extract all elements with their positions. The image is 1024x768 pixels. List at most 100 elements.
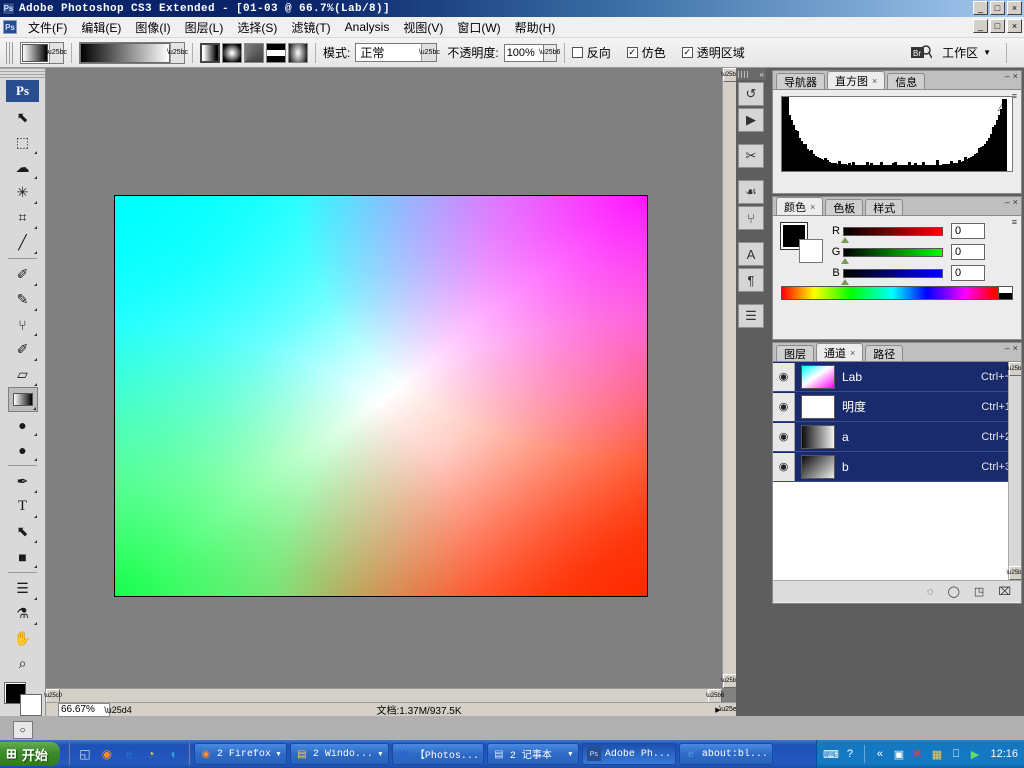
close-icon[interactable]: × [872, 76, 877, 86]
chevron-down-icon[interactable]: ▼ [275, 751, 282, 758]
eye-icon[interactable]: ◉ [773, 452, 795, 481]
scroll-up-icon[interactable]: \u25b2 [1006, 362, 1021, 376]
tool-submenu-indicator-icon[interactable] [33, 540, 37, 543]
tool-submenu-indicator-icon[interactable] [33, 151, 37, 154]
vertical-scrollbar[interactable]: \u25b2 \u25bc [721, 68, 739, 688]
media-icon[interactable]: ◖ [164, 745, 182, 763]
chevron-down-icon[interactable]: \u25bc [167, 42, 188, 63]
move-tool[interactable]: ⬉ [8, 105, 38, 130]
background-color-swatch[interactable] [799, 239, 823, 263]
expand-tray-icon[interactable]: « [872, 747, 887, 762]
network-connection-icon[interactable]: ⎕ [948, 747, 963, 762]
reverse-checkbox[interactable] [571, 47, 583, 58]
document-image[interactable] [114, 195, 648, 597]
panel-minimize-icon[interactable]: – [1005, 71, 1010, 81]
transparency-checkbox-row[interactable]: ✓ 透明区域 [681, 44, 745, 61]
kaspersky-icon[interactable]: K [910, 747, 925, 762]
close-icon[interactable]: × [850, 348, 855, 358]
green-slider[interactable] [841, 247, 943, 264]
restore-button[interactable]: □ [990, 1, 1005, 15]
collapse-dock-icon[interactable]: « [760, 70, 764, 79]
scroll-down-icon[interactable]: \u25bc [721, 674, 739, 688]
clock-icon[interactable]: ◔ [142, 745, 160, 763]
zoom-level-input[interactable]: 66.67% [58, 702, 110, 717]
document-menu-icon[interactable]: Ps [3, 20, 17, 34]
panel-minimize-icon[interactable]: – [1005, 343, 1010, 353]
slice-tool[interactable]: ╱ [8, 230, 38, 255]
taskbar-button[interactable]: Ps Adobe Ph... [581, 743, 676, 765]
zoom-tool[interactable]: ⌕ [8, 651, 38, 676]
menu-select[interactable]: 选择(S) [230, 17, 284, 38]
channel-list-scrollbar[interactable]: \u25b2 \u25bc [1006, 362, 1021, 580]
history-panel-icon[interactable]: ↺ [738, 82, 764, 106]
pen-tool[interactable]: ✒ [8, 469, 38, 494]
linear-gradient-button[interactable] [200, 42, 220, 63]
reverse-checkbox-row[interactable]: 反向 [571, 44, 611, 61]
close-icon[interactable]: × [810, 202, 815, 212]
tool-submenu-indicator-icon[interactable] [33, 308, 37, 311]
blue-value-input[interactable]: 0 [951, 265, 985, 281]
menu-image[interactable]: 图像(I) [128, 17, 177, 38]
radial-gradient-button[interactable] [222, 42, 242, 63]
scroll-down-icon[interactable]: \u25bc [1007, 566, 1021, 580]
eraser-tool[interactable]: ▱ [8, 362, 38, 387]
toolbox-grip[interactable] [0, 68, 45, 78]
tool-submenu-indicator-icon[interactable] [33, 515, 37, 518]
type-tool[interactable]: T [8, 494, 38, 519]
scroll-right-icon[interactable]: \u25b6 [706, 689, 724, 703]
tool-submenu-indicator-icon[interactable] [33, 176, 37, 179]
path-selection-tool[interactable]: ⬉ [8, 519, 38, 544]
red-value-input[interactable]: 0 [951, 223, 985, 239]
internet-explorer-icon[interactable]: e [120, 745, 138, 763]
magic-wand-tool[interactable]: ✳ [8, 180, 38, 205]
taskbar-button[interactable]: ◉ 2 Firefox ▼ [193, 743, 287, 765]
menu-edit[interactable]: 编辑(E) [74, 17, 128, 38]
menu-layer[interactable]: 图层(L) [178, 17, 231, 38]
slider-thumb-icon[interactable] [841, 278, 849, 285]
panel-minimize-icon[interactable]: – [1005, 197, 1010, 207]
keyboard-layout-icon[interactable]: ⌨ [823, 747, 839, 762]
new-channel-icon[interactable]: ◳ [974, 585, 984, 598]
taskbar-button[interactable]: W 【Photos... [391, 743, 484, 765]
help-icon[interactable]: ? [842, 747, 857, 762]
doc-minimize-button[interactable]: _ [973, 19, 988, 33]
character-panel-icon[interactable]: A [738, 242, 764, 266]
opacity-input[interactable]: 100% [503, 43, 544, 62]
tab-channels[interactable]: 通道 × [816, 343, 864, 361]
opacity-stepper-icon[interactable]: \u25b6 [539, 43, 560, 62]
tab-histogram[interactable]: 直方图 × [827, 71, 886, 89]
volume-icon[interactable]: ▶ [967, 747, 982, 762]
taskbar-clock[interactable]: 12:16 [990, 748, 1018, 760]
horizontal-scrollbar[interactable]: \u25c0 \u25b6 [44, 688, 724, 703]
canvas-area[interactable] [46, 68, 722, 688]
menu-view[interactable]: 视图(V) [396, 17, 450, 38]
doc-close-button[interactable]: × [1007, 19, 1022, 33]
tab-swatches[interactable]: 色板 [825, 199, 864, 215]
tab-paths[interactable]: 路径 [865, 345, 904, 361]
brushes-panel-icon[interactable]: ☙ [738, 180, 764, 204]
chevron-down-icon[interactable]: ▼ [567, 751, 574, 758]
menu-help[interactable]: 帮助(H) [508, 17, 563, 38]
eyedropper-tool[interactable]: ⚗ [8, 601, 38, 626]
network-icon[interactable]: ▣ [891, 747, 906, 762]
tool-submenu-indicator-icon[interactable] [33, 383, 37, 386]
panel-close-icon[interactable]: × [1013, 197, 1018, 207]
standard-mode-icon[interactable]: ○ [12, 721, 33, 739]
blue-slider[interactable] [841, 268, 943, 285]
scroll-up-icon[interactable]: \u25b2 [721, 68, 739, 82]
gradient-tool[interactable] [7, 387, 38, 412]
tool-submenu-indicator-icon[interactable] [32, 407, 36, 410]
gradient-picker[interactable]: \u25bc [79, 41, 188, 64]
tool-submenu-indicator-icon[interactable] [33, 358, 37, 361]
tool-preset-picker[interactable]: \u25bc [20, 41, 67, 64]
taskbar-button[interactable]: ▤ 2 Windo... ▼ [289, 743, 389, 765]
marquee-tool[interactable]: ⬚ [8, 130, 38, 155]
tool-submenu-indicator-icon[interactable] [33, 283, 37, 286]
taskbar-button[interactable]: ▤ 2 记事本 ▼ [486, 743, 579, 765]
channel-row[interactable]: ◉ 明度 Ctrl+1 [773, 392, 1021, 422]
tool-submenu-indicator-icon[interactable] [33, 333, 37, 336]
dither-checkbox-row[interactable]: ✓ 仿色 [626, 44, 666, 61]
dock-grip[interactable]: « [736, 68, 766, 80]
panel-close-icon[interactable]: × [1013, 71, 1018, 81]
firefox-icon[interactable]: ◉ [98, 745, 116, 763]
